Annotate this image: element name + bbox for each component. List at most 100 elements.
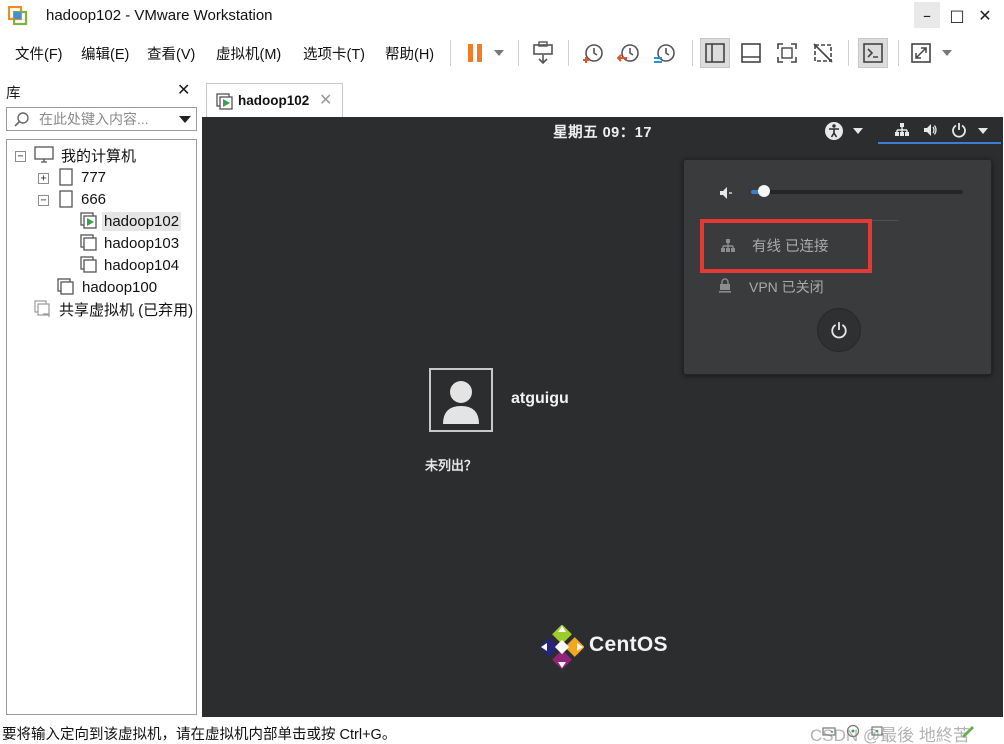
wired-connection-item[interactable]: 有线 已连接	[700, 219, 872, 273]
tab-hadoop102[interactable]: hadoop102 ✕	[206, 83, 343, 117]
send-ctrl-alt-del-icon	[533, 41, 553, 65]
centos-wordmark: CentOS	[589, 633, 668, 656]
fullscreen-button[interactable]	[772, 38, 802, 68]
tree-label: 777	[81, 168, 107, 186]
tree-item-777[interactable]: 777	[59, 166, 108, 188]
accessibility-menu-caret[interactable]	[853, 128, 863, 134]
tree-label: hadoop102	[102, 211, 182, 231]
tree-item-666[interactable]: 666	[59, 188, 108, 210]
user-name[interactable]: atguigu	[511, 390, 569, 408]
toolbar-separator	[450, 40, 451, 66]
menu-help[interactable]: 帮助(H)	[385, 43, 434, 64]
console-view-button[interactable]	[858, 38, 888, 68]
tree-item-shared-vms[interactable]: 共享虚拟机 (已弃用)	[34, 298, 195, 320]
folder-icon	[59, 168, 73, 186]
snapshot-manager-icon	[654, 44, 675, 63]
tree-item-hadoop104[interactable]: hadoop104	[80, 254, 181, 276]
library-view-button[interactable]	[700, 38, 730, 68]
computer-icon	[34, 146, 54, 163]
power-icon	[831, 322, 847, 339]
unity-icon	[813, 43, 833, 63]
console-view-icon	[863, 43, 883, 63]
thumbnail-view-button[interactable]	[736, 38, 766, 68]
volume-icon	[922, 122, 938, 141]
stretch-dropdown-caret[interactable]	[942, 50, 952, 56]
toolbar-separator	[518, 40, 519, 66]
thumbnail-view-icon	[741, 43, 761, 63]
user-avatar[interactable]	[429, 368, 493, 432]
vmware-logo-icon	[7, 5, 28, 26]
stretch-guest-icon	[911, 43, 931, 63]
toolbar-separator	[898, 40, 899, 66]
vm-console[interactable]: 星期五 09：17 有线 已连接 VPN 已关闭 atguigu 未列出？ Ce…	[202, 117, 1003, 717]
unity-button[interactable]	[808, 38, 838, 68]
snapshot-take-icon	[583, 44, 603, 63]
search-dropdown-caret[interactable]	[179, 116, 191, 123]
tree-item-hadoop100[interactable]: hadoop100	[57, 276, 159, 298]
volume-slider[interactable]	[751, 190, 963, 194]
menu-vm[interactable]: 虚拟机(M)	[216, 43, 281, 64]
title-bar: hadoop102 - VMware Workstation – □ ✕	[0, 0, 1004, 32]
vm-running-icon	[80, 212, 97, 229]
library-view-icon	[705, 43, 725, 63]
not-listed-link[interactable]: 未列出？	[425, 455, 477, 474]
tree-collapse-toggle[interactable]: −	[38, 195, 49, 206]
vpn-item[interactable]: VPN 已关闭	[704, 274, 904, 296]
message-log-icon[interactable]	[960, 724, 976, 743]
library-close-button[interactable]: ✕	[177, 80, 190, 99]
library-search-box[interactable]	[6, 107, 197, 131]
system-menu-popover: 有线 已连接 VPN 已关闭	[683, 159, 992, 375]
minimize-button[interactable]: –	[914, 2, 940, 28]
pause-dropdown-caret[interactable]	[494, 50, 504, 56]
menu-bar: 文件(F) 编辑(E) 查看(V) 虚拟机(M) 选项卡(T) 帮助(H)	[0, 32, 1004, 74]
library-search-input[interactable]	[39, 110, 173, 128]
vm-running-icon	[216, 93, 234, 114]
status-menu-caret	[978, 128, 988, 134]
tab-close-button[interactable]: ✕	[319, 90, 332, 109]
menu-file[interactable]: 文件(F)	[15, 43, 63, 64]
vm-icon	[80, 256, 97, 273]
power-icon	[951, 122, 967, 141]
send-ctrl-alt-del-button[interactable]	[528, 38, 558, 68]
tree-label: hadoop100	[82, 278, 158, 296]
status-message: 要将输入定向到该虚拟机，请在虚拟机内部单击或按 Ctrl+G。	[2, 727, 397, 743]
snapshot-manager-button[interactable]	[650, 38, 680, 68]
snapshot-revert-button[interactable]	[614, 38, 644, 68]
maximize-button[interactable]: □	[944, 2, 970, 28]
pause-button[interactable]	[460, 38, 490, 68]
pause-icon	[468, 44, 482, 62]
tree-label: hadoop104	[104, 256, 180, 274]
tree-label: 共享虚拟机 (已弃用)	[59, 301, 194, 319]
menu-view[interactable]: 查看(V)	[147, 43, 195, 64]
power-off-button[interactable]	[817, 308, 861, 352]
menu-tabs[interactable]: 选项卡(T)	[303, 43, 365, 64]
search-icon	[13, 111, 31, 132]
fullscreen-icon	[777, 43, 797, 63]
snapshot-revert-icon	[617, 44, 639, 62]
tree-item-hadoop103[interactable]: hadoop103	[80, 232, 181, 254]
snapshot-take-button[interactable]	[578, 38, 608, 68]
close-button[interactable]: ✕	[972, 2, 998, 28]
tree-item-my-computer[interactable]: 我的计算机	[34, 144, 138, 166]
accessibility-icon[interactable]	[824, 121, 844, 144]
tree-item-hadoop102[interactable]: hadoop102	[80, 210, 182, 232]
tree-label: 666	[81, 190, 107, 208]
centos-logo-icon	[539, 624, 585, 672]
menu-edit[interactable]: 编辑(E)	[81, 43, 129, 64]
hard-disk-icon[interactable]	[822, 724, 836, 741]
vpn-lock-icon	[718, 277, 732, 296]
network-adapter-icon[interactable]	[870, 724, 884, 741]
user-silhouette-icon	[443, 381, 479, 424]
system-status-area[interactable]	[878, 117, 1001, 144]
toolbar-separator	[848, 40, 849, 66]
cd-drive-icon[interactable]	[846, 724, 860, 741]
volume-slider-handle[interactable]	[757, 185, 770, 197]
volume-muted-icon[interactable]	[718, 185, 734, 204]
tree-expand-toggle[interactable]: +	[38, 173, 49, 184]
wired-network-icon	[894, 122, 910, 141]
vm-icon	[80, 234, 97, 251]
library-tree: − 我的计算机 + 777 − 666 hadoop102 hadoop103 …	[6, 139, 197, 715]
stretch-guest-button[interactable]	[906, 38, 936, 68]
toolbar-separator	[568, 40, 569, 66]
tree-collapse-toggle[interactable]: −	[15, 151, 26, 162]
